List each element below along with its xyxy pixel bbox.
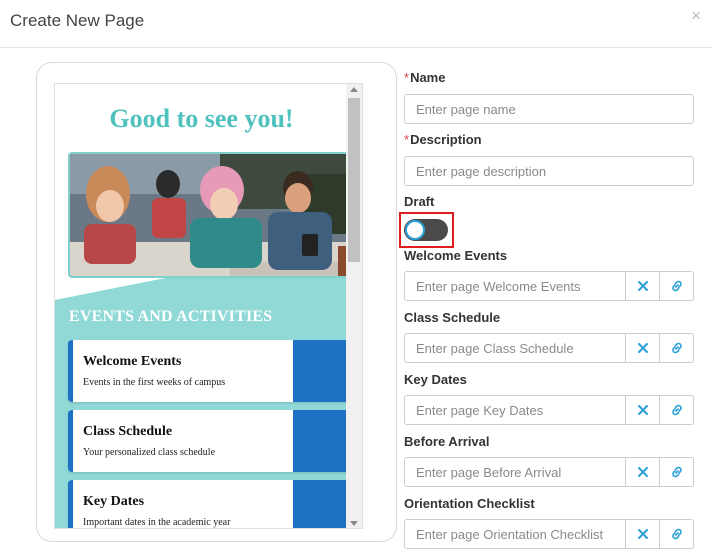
key-dates-input[interactable] bbox=[404, 395, 626, 425]
welcome-title: Good to see you! bbox=[109, 104, 294, 133]
card-color-block bbox=[293, 340, 350, 402]
name-label-text: Name bbox=[410, 70, 446, 85]
orientation-checklist-input[interactable] bbox=[404, 519, 626, 549]
events-heading: EVENTS AND ACTIVITIES bbox=[69, 308, 273, 325]
link-button[interactable] bbox=[660, 271, 694, 301]
clear-button[interactable] bbox=[626, 395, 660, 425]
link-button[interactable] bbox=[660, 395, 694, 425]
clear-button[interactable] bbox=[626, 333, 660, 363]
clear-button[interactable] bbox=[626, 271, 660, 301]
description-label: *Description bbox=[404, 132, 482, 147]
event-card[interactable]: Welcome Events Events in the first weeks… bbox=[68, 340, 350, 402]
toggle-knob bbox=[405, 220, 425, 240]
students-photo bbox=[70, 154, 348, 276]
card-subtitle: Events in the first weeks of campus bbox=[83, 377, 226, 388]
card-subtitle: Important dates in the academic year bbox=[83, 517, 231, 528]
close-icon bbox=[637, 281, 648, 291]
required-mark: * bbox=[404, 132, 410, 147]
preview-scrollbar[interactable] bbox=[346, 84, 362, 528]
scroll-down-icon[interactable] bbox=[350, 521, 358, 526]
close-icon bbox=[637, 467, 648, 477]
required-mark: * bbox=[404, 70, 410, 85]
draft-label: Draft bbox=[404, 194, 435, 209]
before-arrival-label: Before Arrival bbox=[404, 434, 490, 449]
event-card[interactable]: Key Dates Important dates in the academi… bbox=[68, 480, 350, 528]
link-button[interactable] bbox=[660, 457, 694, 487]
clear-button[interactable] bbox=[626, 457, 660, 487]
link-icon bbox=[671, 404, 682, 416]
card-subtitle: Your personalized class schedule bbox=[83, 447, 216, 458]
name-input[interactable] bbox=[404, 94, 694, 124]
link-icon bbox=[671, 528, 682, 540]
card-color-block bbox=[293, 480, 350, 528]
hero-image bbox=[68, 152, 350, 278]
draft-toggle-highlight bbox=[399, 212, 454, 248]
card-title: Key Dates bbox=[83, 494, 145, 509]
link-icon bbox=[671, 466, 682, 478]
modal-title: Create New Page bbox=[10, 11, 145, 30]
before-arrival-input[interactable] bbox=[404, 457, 626, 487]
close-icon bbox=[637, 343, 648, 353]
link-button[interactable] bbox=[660, 519, 694, 549]
link-icon bbox=[671, 280, 682, 292]
class-schedule-input[interactable] bbox=[404, 333, 626, 363]
key-dates-label: Key Dates bbox=[404, 372, 467, 387]
class-schedule-label: Class Schedule bbox=[404, 310, 501, 325]
preview-screen[interactable]: Good to see you! EVENTS AND ACTIVITIES W… bbox=[54, 83, 363, 529]
close-icon bbox=[637, 405, 648, 415]
description-input[interactable] bbox=[404, 156, 694, 186]
phone-preview: Good to see you! EVENTS AND ACTIVITIES W… bbox=[36, 62, 397, 542]
clear-button[interactable] bbox=[626, 519, 660, 549]
draft-toggle[interactable] bbox=[404, 219, 448, 241]
close-icon bbox=[637, 529, 648, 539]
card-title: Class Schedule bbox=[83, 424, 173, 439]
name-label: *Name bbox=[404, 70, 445, 85]
link-button[interactable] bbox=[660, 333, 694, 363]
orientation-checklist-label: Orientation Checklist bbox=[404, 496, 535, 511]
preview-content: Good to see you! EVENTS AND ACTIVITIES W… bbox=[55, 84, 350, 528]
close-icon[interactable]: × bbox=[691, 6, 701, 26]
scroll-up-icon[interactable] bbox=[350, 87, 358, 92]
welcome-events-label: Welcome Events bbox=[404, 248, 508, 263]
event-card[interactable]: Class Schedule Your personalized class s… bbox=[68, 410, 350, 472]
card-title: Welcome Events bbox=[83, 354, 182, 369]
link-icon bbox=[671, 342, 682, 354]
description-label-text: Description bbox=[410, 132, 482, 147]
modal-header: Create New Page × bbox=[0, 0, 713, 48]
scrollbar-thumb[interactable] bbox=[348, 98, 360, 262]
card-color-block bbox=[293, 410, 350, 472]
welcome-events-input[interactable] bbox=[404, 271, 626, 301]
